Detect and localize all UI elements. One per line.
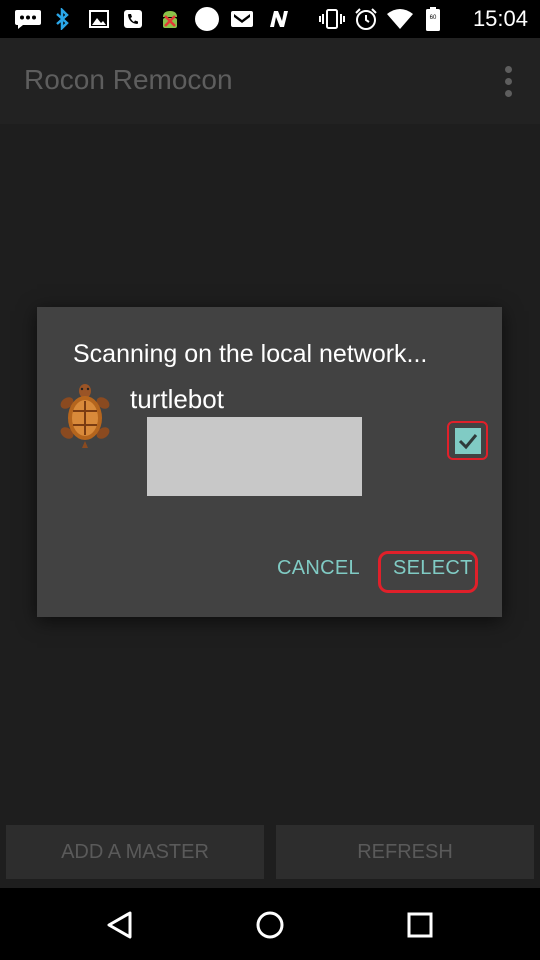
scan-dialog: Scanning on the local network... turtleb… bbox=[37, 307, 502, 617]
dialog-title: Scanning on the local network... bbox=[73, 340, 428, 368]
home-icon[interactable] bbox=[255, 910, 285, 945]
clock: 15:04 bbox=[472, 6, 528, 31]
battery-icon: 60 bbox=[424, 7, 442, 31]
android-bug-icon bbox=[158, 8, 182, 30]
wifi-icon bbox=[386, 8, 414, 30]
vibrate-icon bbox=[318, 8, 346, 30]
n-icon bbox=[266, 8, 292, 30]
navigation-bar bbox=[0, 888, 540, 960]
select-button[interactable]: SELECT bbox=[393, 557, 473, 580]
recents-icon[interactable] bbox=[406, 911, 434, 944]
alarm-icon bbox=[354, 8, 378, 30]
app-bar: Rocon Remocon bbox=[0, 38, 540, 124]
redacted-details bbox=[147, 417, 362, 496]
turtle-icon bbox=[53, 383, 117, 449]
refresh-button[interactable]: REFRESH bbox=[276, 825, 534, 879]
status-bar: 60 15:04 bbox=[0, 0, 540, 38]
svg-text:60: 60 bbox=[430, 15, 437, 21]
cancel-button[interactable]: CANCEL bbox=[277, 557, 360, 580]
overflow-menu-icon[interactable] bbox=[504, 66, 512, 97]
mail-icon bbox=[230, 8, 254, 30]
master-checkbox[interactable] bbox=[455, 428, 481, 454]
back-icon[interactable] bbox=[104, 910, 134, 945]
master-name: turtlebot bbox=[130, 384, 224, 414]
app-title: Rocon Remocon bbox=[24, 64, 233, 95]
bluetooth-icon bbox=[52, 8, 74, 30]
image-icon bbox=[88, 8, 110, 30]
add-master-button[interactable]: ADD A MASTER bbox=[6, 825, 264, 879]
checkmark-icon bbox=[458, 434, 478, 450]
contacts-icon bbox=[122, 8, 144, 30]
circle-icon bbox=[194, 7, 220, 31]
chat-icon bbox=[14, 8, 42, 30]
